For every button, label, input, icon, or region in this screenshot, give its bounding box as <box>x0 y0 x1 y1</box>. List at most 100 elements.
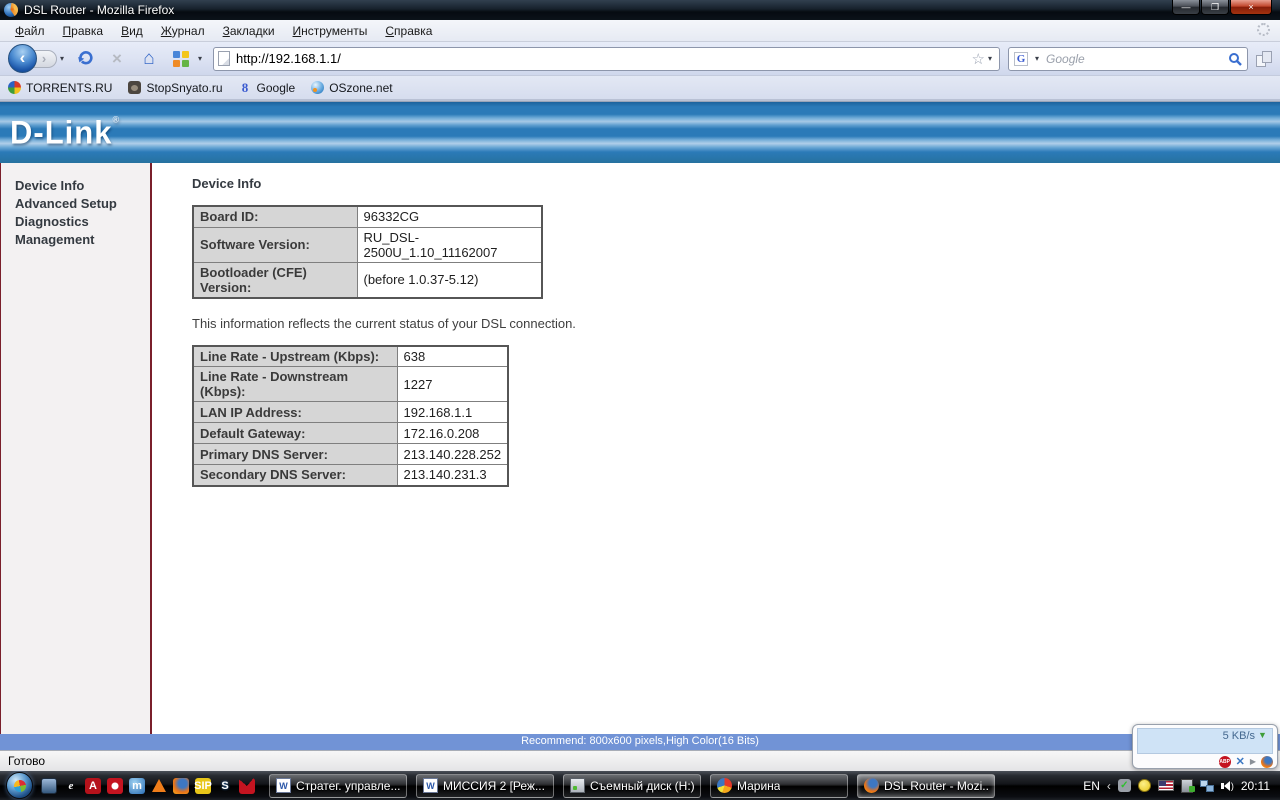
firefox-launcher-icon[interactable] <box>173 777 189 794</box>
close-button[interactable]: × <box>1230 0 1272 15</box>
firefox-task-icon <box>864 778 879 793</box>
url-dropdown-icon[interactable]: ▾ <box>985 54 995 63</box>
internet-explorer-icon[interactable]: e <box>63 778 79 794</box>
browser-window: DSL Router - Mozilla Firefox — ❐ × Файл … <box>0 0 1280 800</box>
red-circle-app-icon[interactable] <box>107 777 123 794</box>
media-app-icon <box>717 778 732 793</box>
search-icon[interactable] <box>1228 52 1242 66</box>
bookmark-stopsnyato[interactable]: StopSnyato.ru <box>128 81 223 95</box>
c-app-icon[interactable] <box>239 777 255 794</box>
antivirus-shield-icon[interactable]: ✓ <box>1117 779 1131 792</box>
s-app-icon[interactable]: S <box>217 778 233 794</box>
power-plug-icon[interactable] <box>1180 778 1195 793</box>
blue-x-addon-icon[interactable]: ✕ <box>1236 755 1245 768</box>
history-dropdown-icon[interactable]: ▾ <box>57 54 67 63</box>
dsl-status-table: Line Rate - Upstream (Kbps): 638 Line Ra… <box>192 344 510 487</box>
statusbar-addon-icons: ABP ✕ ▶ <box>1137 755 1273 768</box>
taskbar: e A m SIP S W Стратег. управле... W МИСС… <box>0 771 1280 800</box>
table-row: Board ID: 96332CG <box>192 205 543 228</box>
page-content: Device Info Advanced Setup Diagnostics M… <box>0 163 1280 734</box>
windows-logo-icon <box>12 778 28 794</box>
network-status-icon[interactable] <box>1199 779 1214 792</box>
speed-dial-icon[interactable] <box>173 50 190 67</box>
dlink-logo: D-Link® <box>10 113 121 151</box>
menu-history[interactable]: Журнал <box>152 22 214 40</box>
speed-value: 5 KB/s <box>1222 730 1255 742</box>
firefox-addon-icon[interactable] <box>1261 755 1273 768</box>
home-button[interactable]: ⌂ <box>135 48 163 70</box>
window-controls: — ❐ × <box>1171 0 1272 15</box>
language-indicator[interactable]: EN <box>1083 779 1100 793</box>
window-title: DSL Router - Mozilla Firefox <box>24 3 175 17</box>
menu-bookmarks[interactable]: Закладки <box>214 22 284 40</box>
bookmark-torrents[interactable]: TORRENTS.RU <box>8 81 112 95</box>
task-dsl-router[interactable]: DSL Router - Mozi... <box>857 773 995 798</box>
bookmark-oszone[interactable]: OSzone.net <box>311 81 393 95</box>
volume-icon[interactable]: ) <box>1220 780 1234 791</box>
menu-file[interactable]: Файл <box>6 22 54 40</box>
search-engine-dropdown-icon[interactable]: ▾ <box>1032 54 1042 63</box>
reload-button[interactable] <box>71 47 99 71</box>
status-bar: Готово <box>0 750 1280 771</box>
torrents-favicon-icon <box>8 81 21 94</box>
restore-button[interactable]: ❐ <box>1201 0 1229 15</box>
table-row: LAN IP Address: 192.168.1.1 <box>192 401 509 423</box>
task-missiya[interactable]: W МИССИЯ 2 [Реж... <box>416 773 554 798</box>
status-text: Готово <box>8 754 46 768</box>
task-marina[interactable]: Марина <box>710 773 848 798</box>
stop-button[interactable]: × <box>103 49 131 69</box>
speed-dial-dropdown-icon[interactable]: ▾ <box>195 54 205 63</box>
sidebar-item-advanced-setup[interactable]: Advanced Setup <box>15 195 150 213</box>
menu-help[interactable]: Справка <box>376 22 441 40</box>
start-button[interactable] <box>6 772 33 799</box>
bookmark-google[interactable]: 8 Google <box>239 80 295 95</box>
title-bar: DSL Router - Mozilla Firefox — ❐ × <box>0 0 1280 20</box>
speed-monitor-widget[interactable]: 5 KB/s ▼ ABP ✕ ▶ <box>1132 724 1278 769</box>
download-arrow-icon: ▼ <box>1258 730 1267 740</box>
search-input[interactable] <box>1046 51 1224 66</box>
sip-app-icon[interactable]: SIP <box>194 777 212 794</box>
adblock-icon[interactable]: ABP <box>1218 755 1231 768</box>
history-buttons: ‹ › ▾ <box>8 44 67 73</box>
menu-bar: Файл Правка Вид Журнал Закладки Инструме… <box>0 20 1280 42</box>
tray-expand-icon[interactable]: ‹ <box>1107 779 1111 793</box>
google-favicon-icon: 8 <box>241 80 249 95</box>
table-row: Default Gateway: 172.16.0.208 <box>192 422 509 444</box>
table-row: Line Rate - Downstream (Kbps): 1227 <box>192 366 509 402</box>
table-row: Primary DNS Server: 213.140.228.252 <box>192 443 509 465</box>
clock[interactable]: 20:11 <box>1241 779 1270 793</box>
maxthon-icon[interactable]: m <box>129 777 145 794</box>
menu-edit[interactable]: Правка <box>54 22 113 40</box>
url-input[interactable] <box>236 51 972 66</box>
us-flag-icon[interactable] <box>1157 780 1174 791</box>
table-row: Software Version: RU_DSL-2500U_1.10_1116… <box>192 226 543 263</box>
sidebar-item-diagnostics[interactable]: Diagnostics <box>15 213 150 231</box>
session-windows-icon[interactable] <box>1256 50 1272 67</box>
vlc-icon[interactable] <box>151 778 167 794</box>
minimize-button[interactable]: — <box>1172 0 1200 15</box>
word-doc-icon: W <box>423 778 438 793</box>
show-desktop-icon[interactable] <box>41 777 57 794</box>
task-removable-disk[interactable]: Съемный диск (H:) <box>563 773 701 798</box>
recommend-bar: Recommend: 800x600 pixels,High Color(16 … <box>0 734 1280 750</box>
address-bar[interactable]: ☆ ▾ <box>213 46 1000 71</box>
back-button[interactable]: ‹ <box>8 44 37 73</box>
system-tray: EN ‹ ✓ ) 20:11 <box>1083 778 1280 793</box>
red-square-app-icon[interactable]: A <box>85 777 101 794</box>
table-row: Bootloader (CFE) Version: (before 1.0.37… <box>192 261 543 298</box>
menu-tools[interactable]: Инструменты <box>284 22 377 40</box>
dlink-banner: D-Link® <box>0 101 1280 163</box>
bookmark-star-icon[interactable]: ☆ <box>972 50 985 68</box>
page-title: Device Info <box>192 176 262 191</box>
smiley-tray-icon[interactable] <box>1137 779 1151 792</box>
table-row: Secondary DNS Server: 213.140.231.3 <box>192 464 509 486</box>
google-engine-icon: G <box>1014 51 1028 66</box>
menu-view[interactable]: Вид <box>112 22 152 40</box>
task-strateg[interactable]: W Стратег. управле... <box>269 773 407 798</box>
sidebar-item-management[interactable]: Management <box>15 231 150 249</box>
sidebar-item-device-info[interactable]: Device Info <box>15 177 150 195</box>
bookmarks-bar: TORRENTS.RU StopSnyato.ru 8 Google OSzon… <box>0 76 1280 101</box>
play-arrow-icon[interactable]: ▶ <box>1250 757 1256 766</box>
removable-drive-icon <box>570 778 585 793</box>
search-box[interactable]: G ▾ <box>1008 46 1248 71</box>
